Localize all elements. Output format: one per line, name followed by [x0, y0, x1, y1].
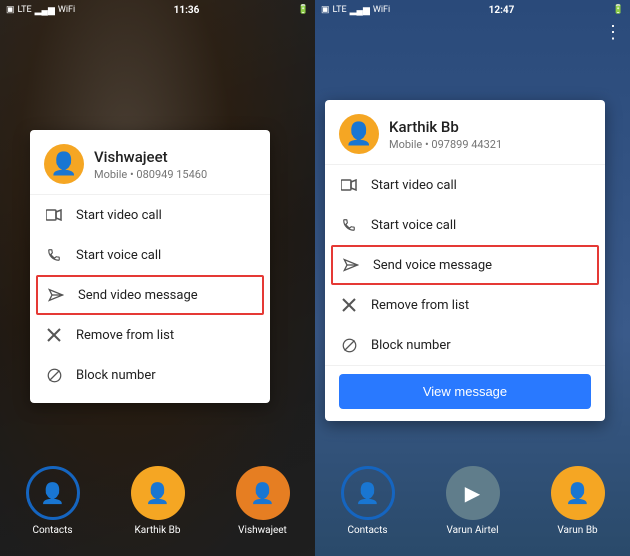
karthik-circle: 👤	[131, 466, 185, 520]
left-time: 11:36	[174, 5, 200, 16]
right-contact-card: 👤 Karthik Bb Mobile • 097899 44321 Start…	[325, 100, 605, 421]
send-icon	[46, 285, 66, 305]
right-contact-name: Karthik Bb	[389, 118, 591, 136]
right-tab-varun-airtel[interactable]: ▶ Varun Airtel	[446, 466, 500, 536]
right-signal-icon: ▂▄▆	[350, 5, 370, 16]
left-contact-info: Vishwajeet Mobile • 080949 15460	[94, 148, 256, 181]
varun-bb-circle: 👤	[551, 466, 605, 520]
left-contact-phone: Mobile • 080949 15460	[94, 168, 256, 181]
left-battery: 🔋	[298, 5, 309, 15]
phone-icon	[44, 245, 64, 265]
right-video-camera-icon	[339, 175, 359, 195]
right-tab-contacts[interactable]: 👤 Contacts	[341, 466, 395, 536]
wifi-icon: WiFi	[58, 5, 75, 15]
right-wifi-icon: WiFi	[373, 5, 390, 15]
left-panel: ▣ LTE ▂▄▆ WiFi 11:36 🔋 👤 Vishwajeet Mobi…	[0, 0, 315, 556]
right-status-icons: ▣ LTE ▂▄▆ WiFi	[321, 5, 390, 16]
left-menu-remove[interactable]: Remove from list	[30, 315, 270, 355]
varun-airtel-play-icon: ▶	[465, 481, 480, 505]
left-send-video-label: Send video message	[78, 288, 198, 303]
left-tab-karthik[interactable]: 👤 Karthik Bb	[131, 466, 185, 536]
right-menu-send-voice[interactable]: Send voice message	[331, 245, 599, 285]
right-avatar: 👤	[339, 114, 379, 154]
battery-icon: 🔋	[298, 5, 309, 15]
right-bottom-tabs: 👤 Contacts ▶ Varun Airtel 👤 Varun Bb	[315, 456, 630, 556]
right-block-icon	[339, 335, 359, 355]
lte-icon: LTE	[18, 5, 32, 15]
left-card-header: 👤 Vishwajeet Mobile • 080949 15460	[30, 130, 270, 195]
varun-airtel-circle: ▶	[446, 466, 500, 520]
right-menu-video-call[interactable]: Start video call	[325, 165, 605, 205]
right-time: 12:47	[489, 5, 515, 16]
right-contact-phone: Mobile • 097899 44321	[389, 138, 591, 151]
right-voice-call-label: Start voice call	[371, 218, 456, 233]
right-contact-info: Karthik Bb Mobile • 097899 44321	[389, 118, 591, 151]
sim-icon: ▣	[6, 5, 15, 15]
right-phone-icon	[339, 215, 359, 235]
left-avatar-icon: 👤	[50, 152, 77, 177]
varun-bb-person-icon: 👤	[565, 481, 590, 505]
left-status-bar: ▣ LTE ▂▄▆ WiFi 11:36 🔋	[0, 0, 315, 20]
right-status-bar: ▣ LTE ▂▄▆ WiFi 12:47 🔋	[315, 0, 630, 20]
video-camera-icon	[44, 205, 64, 225]
left-avatar: 👤	[44, 144, 84, 184]
right-menu-remove[interactable]: Remove from list	[325, 285, 605, 325]
right-send-voice-label: Send voice message	[373, 258, 492, 273]
left-menu-send-video[interactable]: Send video message	[36, 275, 264, 315]
x-icon	[44, 325, 64, 345]
left-tab-karthik-label: Karthik Bb	[135, 525, 181, 536]
right-card-header: 👤 Karthik Bb Mobile • 097899 44321	[325, 100, 605, 165]
right-block-label: Block number	[371, 338, 451, 353]
right-lte-icon: LTE	[333, 5, 347, 15]
right-x-icon	[339, 295, 359, 315]
right-tab-varun-bb-label: Varun Bb	[557, 525, 597, 536]
contacts-person-icon: 👤	[40, 481, 65, 505]
left-tab-contacts-label: Contacts	[32, 525, 72, 536]
left-tab-contacts[interactable]: 👤 Contacts	[26, 466, 80, 536]
contacts-circle: 👤	[26, 466, 80, 520]
right-tab-contacts-label: Contacts	[347, 525, 387, 536]
right-menu-voice-call[interactable]: Start voice call	[325, 205, 605, 245]
left-menu-voice-call[interactable]: Start voice call	[30, 235, 270, 275]
left-tab-vishwajeet-label: Vishwajeet	[238, 525, 287, 536]
signal-icon: ▂▄▆	[35, 5, 55, 16]
left-remove-label: Remove from list	[76, 328, 174, 343]
right-sim-icon: ▣	[321, 5, 330, 15]
right-remove-label: Remove from list	[371, 298, 469, 313]
left-voice-call-label: Start voice call	[76, 248, 161, 263]
right-panel: ▣ LTE ▂▄▆ WiFi 12:47 🔋 ⋮ 👤 Karthik Bb Mo…	[315, 0, 630, 556]
left-video-call-label: Start video call	[76, 208, 162, 223]
left-contact-name: Vishwajeet	[94, 148, 256, 166]
left-tab-vishwajeet[interactable]: 👤 Vishwajeet	[236, 466, 290, 536]
view-message-button[interactable]: View message	[339, 374, 591, 409]
right-send-icon	[341, 255, 361, 275]
left-block-label: Block number	[76, 368, 156, 383]
block-icon	[44, 365, 64, 385]
left-menu-block[interactable]: Block number	[30, 355, 270, 395]
vishwajeet-person-icon: 👤	[250, 481, 275, 505]
left-menu-video-call[interactable]: Start video call	[30, 195, 270, 235]
left-status-icons: ▣ LTE ▂▄▆ WiFi	[6, 5, 75, 16]
right-menu-block[interactable]: Block number	[325, 325, 605, 365]
right-avatar-icon: 👤	[345, 122, 372, 147]
right-contacts-circle: 👤	[341, 466, 395, 520]
left-contact-card: 👤 Vishwajeet Mobile • 080949 15460 Start…	[30, 130, 270, 403]
right-video-call-label: Start video call	[371, 178, 457, 193]
card-divider	[325, 365, 605, 366]
right-tab-varun-airtel-label: Varun Airtel	[446, 525, 498, 536]
right-battery: 🔋	[613, 5, 624, 15]
right-battery-icon: 🔋	[613, 5, 624, 15]
right-contacts-person-icon: 👤	[355, 481, 380, 505]
left-bottom-tabs: 👤 Contacts 👤 Karthik Bb 👤 Vishwajeet	[0, 456, 315, 556]
three-dots-menu[interactable]: ⋮	[604, 22, 622, 43]
right-tab-varun-bb[interactable]: 👤 Varun Bb	[551, 466, 605, 536]
karthik-person-icon: 👤	[145, 481, 170, 505]
vishwajeet-circle: 👤	[236, 466, 290, 520]
